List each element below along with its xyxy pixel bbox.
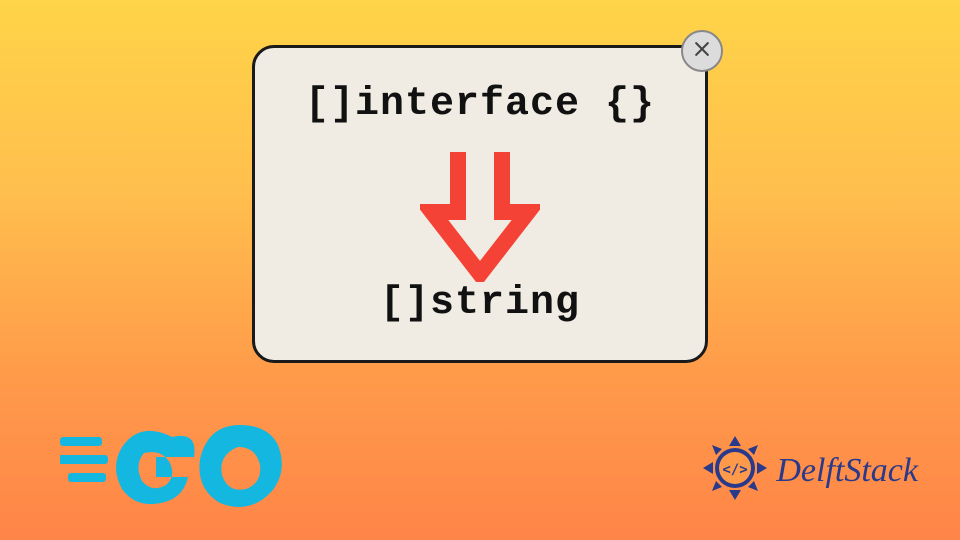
delftstack-emblem-icon: </> — [700, 433, 770, 508]
close-button[interactable] — [681, 30, 723, 72]
go-logo — [60, 407, 290, 522]
target-type-text: []string — [255, 281, 705, 326]
delftstack-text: DelftStack — [776, 452, 918, 490]
conversion-card: []interface {} []string — [252, 45, 708, 363]
source-type-text: []interface {} — [255, 82, 705, 127]
close-icon — [692, 39, 712, 64]
svg-text:</>: </> — [723, 462, 748, 478]
delftstack-logo: </> DelftStack — [700, 433, 918, 508]
arrow-down-icon — [420, 152, 540, 287]
